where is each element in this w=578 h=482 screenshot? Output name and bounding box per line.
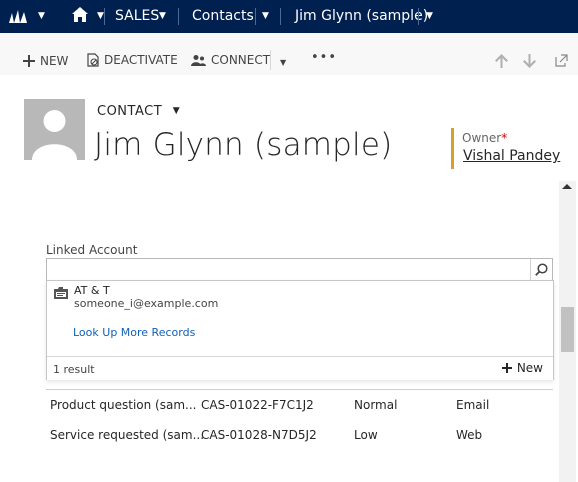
arrow-up-icon[interactable] (495, 54, 508, 68)
home-icon[interactable] (71, 6, 89, 24)
owner-field-label: Owner* (462, 131, 507, 145)
nav-record-title[interactable]: Jim Glynn (sample) (295, 8, 428, 24)
top-navigation-bar: ▼ ▼ SALES ▼ Contacts ▼ Jim Glynn (sample… (0, 0, 578, 33)
case-priority-cell: Low (354, 428, 378, 442)
dynamics-logo-icon[interactable] (8, 8, 28, 24)
lookup-new-label: New (516, 361, 543, 375)
case-number-cell: CAS-01022-F7C1J2 (201, 398, 314, 412)
connect-chevron-down-icon[interactable]: ▼ (280, 58, 286, 67)
owner-label-text: Owner (462, 131, 502, 145)
lookup-search-button[interactable] (530, 259, 552, 280)
new-button[interactable]: NEW (23, 54, 68, 68)
scroll-up-arrow-icon[interactable] (562, 184, 572, 189)
nav-divider (280, 8, 281, 25)
deactivate-button[interactable]: DEACTIVATE (87, 53, 178, 67)
owner-lookup-link[interactable]: Vishal Pandey (463, 148, 560, 164)
search-icon (535, 263, 548, 276)
case-origin-cell: Email (456, 398, 490, 412)
command-bar: NEW DEACTIVATE CONNECT ▼ ••• (0, 33, 578, 75)
contact-avatar[interactable] (24, 99, 85, 160)
crm-contact-form: ▼ ▼ SALES ▼ Contacts ▼ Jim Glynn (sample… (0, 0, 578, 482)
linked-account-input[interactable] (46, 258, 553, 281)
case-number-cell: CAS-01028-N7D5J2 (201, 428, 317, 442)
grid-header-divider (46, 389, 553, 390)
case-title-cell[interactable]: Service requested (sam... (50, 428, 204, 442)
contacts-chevron-down-icon[interactable]: ▼ (262, 11, 269, 21)
lookup-new-button[interactable]: New (501, 361, 543, 375)
record-title: Jim Glynn (sample) (94, 127, 393, 163)
command-divider (270, 50, 271, 70)
lookup-results-flyout: AT & T someone_i@example.com Look Up Mor… (46, 280, 554, 380)
nav-divider (255, 8, 256, 25)
deactivate-button-label: DEACTIVATE (104, 53, 178, 67)
home-chevron-down-icon[interactable]: ▼ (97, 11, 104, 21)
nav-area-contacts[interactable]: Contacts (192, 8, 254, 24)
result-account-name: AT & T (74, 284, 110, 297)
nav-divider (104, 8, 105, 25)
nav-divider (418, 8, 419, 25)
result-account-email: someone_i@example.com (74, 297, 219, 310)
look-up-more-records-link[interactable]: Look Up More Records (73, 326, 195, 339)
entity-type-selector[interactable]: CONTACT ▼ (97, 104, 180, 119)
connect-people-icon (191, 54, 206, 66)
deactivate-icon (87, 53, 99, 67)
sales-chevron-down-icon[interactable]: ▼ (159, 11, 166, 21)
plus-icon (501, 363, 512, 373)
person-silhouette-icon (24, 99, 85, 160)
connect-button[interactable]: CONNECT (191, 53, 270, 67)
plus-icon (23, 55, 35, 67)
popout-icon[interactable] (555, 54, 568, 67)
connect-button-label: CONNECT (211, 53, 271, 67)
required-indicator: * (501, 131, 508, 145)
vertical-scrollbar[interactable] (559, 181, 576, 482)
new-button-label: NEW (40, 54, 69, 68)
entity-chevron-down-icon: ▼ (172, 106, 181, 116)
case-origin-cell: Web (456, 428, 483, 442)
result-count: 1 result (53, 363, 95, 376)
arrow-down-icon[interactable] (523, 54, 536, 68)
lookup-flyout-footer: 1 result New (47, 356, 553, 380)
scroll-thumb[interactable] (561, 307, 574, 352)
linked-account-label: Linked Account (46, 243, 138, 257)
chevron-down-icon[interactable]: ▼ (38, 11, 45, 21)
entity-type-label: CONTACT (97, 104, 163, 119)
nav-app-sales[interactable]: SALES (115, 8, 159, 24)
case-priority-cell: Normal (354, 398, 398, 412)
owner-accent-bar (451, 128, 454, 169)
more-commands-icon[interactable]: ••• (311, 50, 337, 65)
record-chevron-down-icon[interactable]: ▼ (426, 11, 433, 21)
case-title-cell[interactable]: Product question (sam... (50, 398, 196, 412)
nav-divider (178, 8, 179, 25)
account-record-icon (54, 287, 68, 299)
